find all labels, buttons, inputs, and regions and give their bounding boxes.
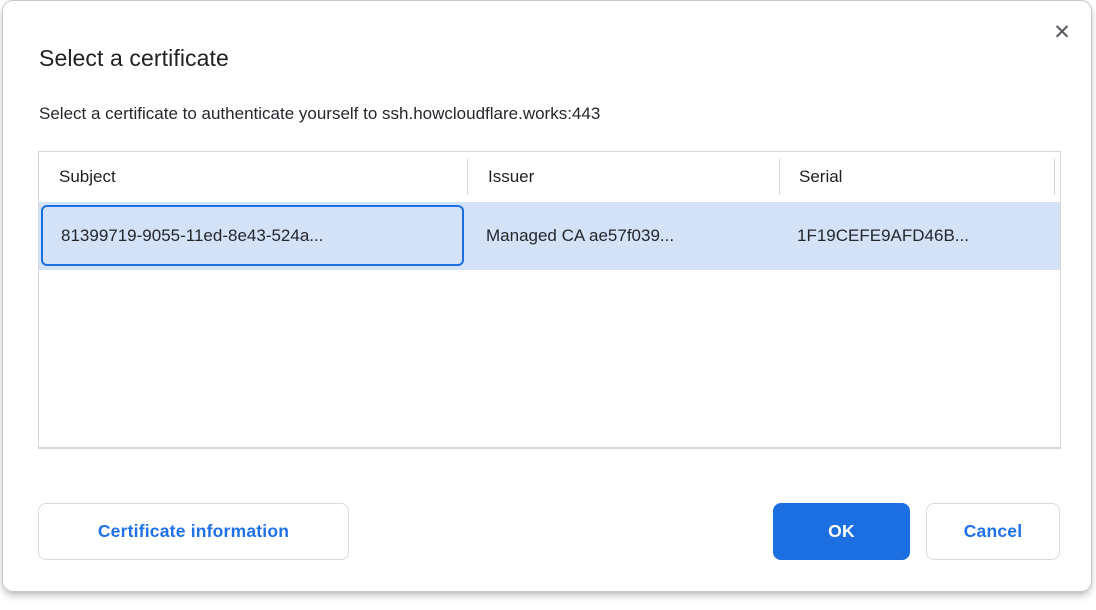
certificate-table: Subject Issuer Serial 81399719-9055-11ed… — [38, 151, 1061, 449]
screen: ✕ Select a certificate Select a certific… — [0, 0, 1096, 610]
certificate-row-selected[interactable]: 81399719-9055-11ed-8e43-524a... Managed … — [39, 202, 1060, 270]
issuer-cell: Managed CA ae57f039... — [486, 202, 674, 270]
column-divider — [467, 159, 468, 195]
cancel-button[interactable]: Cancel — [926, 503, 1060, 560]
dialog-subtitle: Select a certificate to authenticate you… — [39, 104, 600, 124]
close-icon[interactable]: ✕ — [1049, 19, 1075, 45]
column-divider — [1054, 159, 1055, 195]
column-header-serial: Serial — [799, 152, 842, 202]
dialog-title: Select a certificate — [39, 45, 229, 72]
column-header-subject: Subject — [59, 152, 116, 202]
column-divider — [779, 159, 780, 195]
subject-cell: 81399719-9055-11ed-8e43-524a... — [61, 202, 323, 270]
table-header-row: Subject Issuer Serial — [39, 152, 1060, 202]
certificate-information-button[interactable]: Certificate information — [38, 503, 349, 560]
certificate-select-dialog: ✕ Select a certificate Select a certific… — [2, 0, 1092, 592]
column-header-issuer: Issuer — [488, 152, 534, 202]
serial-cell: 1F19CEFE9AFD46B... — [797, 202, 969, 270]
ok-button[interactable]: OK — [773, 503, 910, 560]
